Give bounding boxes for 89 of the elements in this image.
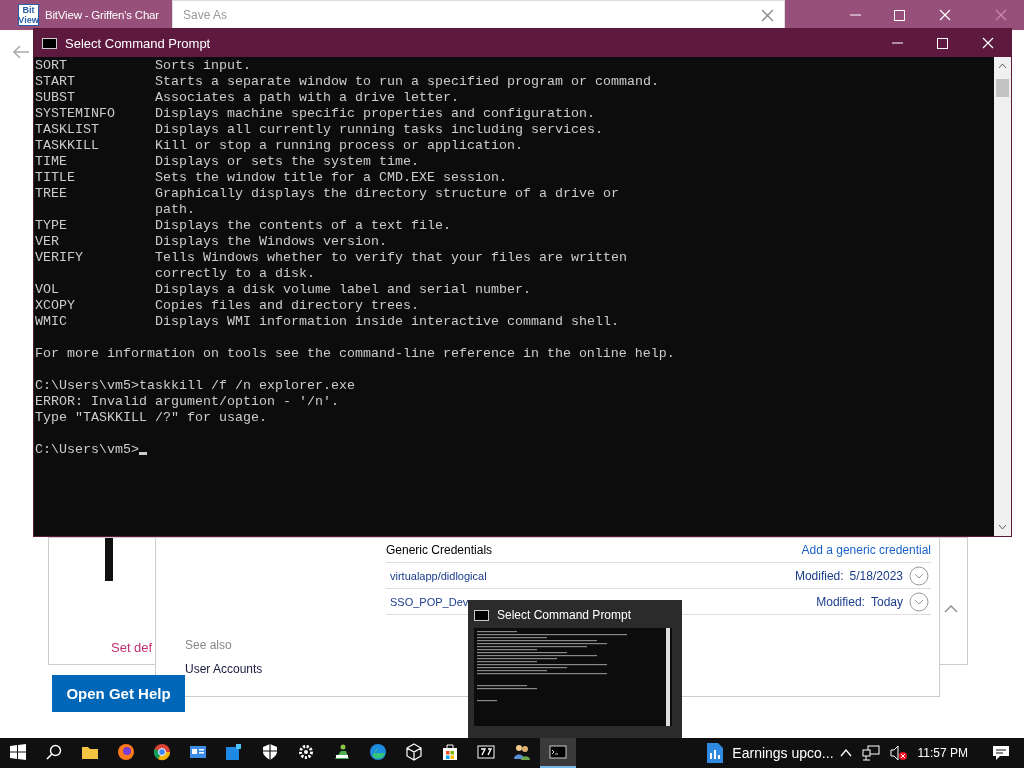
command-description: Graphically displays the directory structure of a drive or path. bbox=[155, 186, 620, 218]
thumbnail-title: Select Command Prompt bbox=[497, 608, 632, 622]
cube-icon bbox=[405, 743, 423, 761]
see-also-heading: See also bbox=[185, 638, 233, 652]
shield-icon bbox=[261, 743, 279, 761]
command-description: Starts a separate window to run a specified program or command. bbox=[155, 74, 660, 90]
command-description: Displays a disk volume label and serial number. bbox=[155, 282, 532, 298]
browser-icon bbox=[369, 743, 387, 761]
terminal-icon bbox=[549, 743, 567, 761]
command-description: Kill or stop a running process or application. bbox=[155, 138, 524, 154]
console-line: C:\Users\vm5>taskkill /f /n explorer.exe bbox=[35, 378, 355, 393]
console-line: For more information on tools see the command-line reference in the online help. bbox=[35, 346, 675, 361]
command-name: XCOPY bbox=[35, 298, 76, 314]
console-line: C:\Users\vm5> bbox=[35, 442, 139, 457]
section-title: Generic Credentials bbox=[386, 543, 493, 557]
command-description: Displays the contents of a text file. bbox=[155, 218, 452, 234]
expand-icon[interactable] bbox=[909, 591, 929, 612]
taskbar-thumbnail[interactable]: Select Command Prompt bbox=[468, 600, 682, 738]
minimize-icon[interactable] bbox=[849, 14, 861, 16]
windows-logo-icon[interactable] bbox=[10, 744, 26, 760]
news-widget-text[interactable]: Earnings upco... bbox=[732, 745, 834, 761]
console-line: Type "TASKKILL /?" for usage. bbox=[35, 410, 267, 425]
expand-icon[interactable] bbox=[909, 565, 929, 586]
chevron-up-icon[interactable] bbox=[944, 604, 958, 614]
credential-name[interactable]: SSO_POP_Dev bbox=[390, 595, 469, 608]
notification-icon[interactable] bbox=[992, 745, 1010, 761]
contact-card-icon bbox=[189, 743, 207, 761]
command-name: SUBST bbox=[35, 90, 76, 106]
scrollbar-thumb[interactable] bbox=[996, 79, 1009, 97]
people-icon bbox=[513, 743, 531, 761]
scrollbar[interactable] bbox=[994, 57, 1011, 536]
command-name: START bbox=[35, 74, 76, 90]
modified-label: Modified: bbox=[794, 568, 844, 583]
command-name: SYSTEMINFO bbox=[35, 106, 116, 122]
command-description: Copies files and directory trees. bbox=[155, 298, 420, 314]
dialog-title: Save As bbox=[183, 8, 228, 22]
command-name: WMIC bbox=[35, 314, 68, 330]
browser-icon bbox=[153, 743, 171, 761]
command-description: Displays or sets the system time. bbox=[155, 154, 420, 170]
command-name: VER bbox=[35, 234, 60, 250]
page-link[interactable]: Set def bbox=[111, 640, 153, 655]
command-name: VERIFY bbox=[35, 250, 84, 267]
app-logo: Bit View bbox=[18, 4, 39, 26]
see-also-link[interactable]: User Accounts bbox=[185, 662, 263, 676]
command-description: Displays WMI information inside interactive command shell. bbox=[155, 314, 620, 330]
scroll-up-icon[interactable] bbox=[998, 63, 1007, 69]
command-description: Sets the window title for a CMD.EXE session. bbox=[155, 170, 508, 186]
settings-icon bbox=[297, 743, 315, 761]
terminal-icon bbox=[474, 609, 489, 621]
document-icon[interactable] bbox=[706, 742, 725, 764]
search-icon[interactable] bbox=[46, 744, 62, 760]
command-description: Displays machine specific properties and configuration. bbox=[155, 106, 596, 122]
window-title: BitView - Griffen's Char bbox=[45, 9, 159, 21]
command-name: SORT bbox=[35, 58, 68, 74]
text-cursor bbox=[139, 452, 147, 455]
command-description: Displays all currently running tasks including services. bbox=[155, 122, 604, 138]
window-title: Select Command Prompt bbox=[65, 35, 211, 51]
command-name: TASKKILL bbox=[35, 138, 100, 154]
modified-label: Modified: bbox=[816, 594, 865, 609]
modified-date: Today bbox=[870, 594, 903, 609]
clock-time[interactable]: 11:57 PM bbox=[917, 746, 968, 760]
command-name: TIME bbox=[35, 154, 68, 170]
figure-icon bbox=[333, 743, 351, 761]
help-button[interactable]: Open Get Help bbox=[52, 675, 185, 712]
command-name: TREE bbox=[35, 186, 68, 203]
caret-up-icon[interactable] bbox=[839, 749, 852, 757]
terminal-icon bbox=[42, 37, 57, 49]
console-line: ERROR: Invalid argument/option - '/n'. bbox=[35, 394, 339, 409]
muted-speaker-icon[interactable] bbox=[889, 745, 908, 761]
command-name: TASKLIST bbox=[35, 122, 100, 138]
command-description: Sorts input. bbox=[155, 58, 252, 74]
command-description: Displays the Windows version. bbox=[155, 234, 388, 250]
network-icon[interactable] bbox=[861, 745, 880, 761]
command-name: VOL bbox=[35, 282, 60, 298]
modified-date: 5/18/2023 bbox=[849, 568, 903, 583]
command-description: Tells Windows whether to verify that your files are written correctly to a disk. bbox=[155, 250, 628, 282]
command-name: TITLE bbox=[35, 170, 76, 186]
minimize-icon[interactable] bbox=[891, 42, 903, 44]
shopping-bag-icon bbox=[441, 743, 459, 761]
command-description: Associates a path with a drive letter. bbox=[155, 90, 460, 106]
maximize-icon[interactable] bbox=[936, 37, 948, 49]
taskbar-app[interactable] bbox=[540, 738, 576, 768]
window-preview-drawing[interactable] bbox=[474, 628, 672, 726]
scroll-down-icon[interactable] bbox=[998, 524, 1007, 530]
command-name: TYPE bbox=[35, 218, 68, 234]
maximize-icon[interactable] bbox=[893, 9, 905, 21]
add-credential-link[interactable]: Add a generic credential bbox=[801, 543, 931, 557]
credential-name[interactable]: virtualapp/didlogical bbox=[390, 569, 487, 582]
browser-icon bbox=[117, 743, 135, 761]
